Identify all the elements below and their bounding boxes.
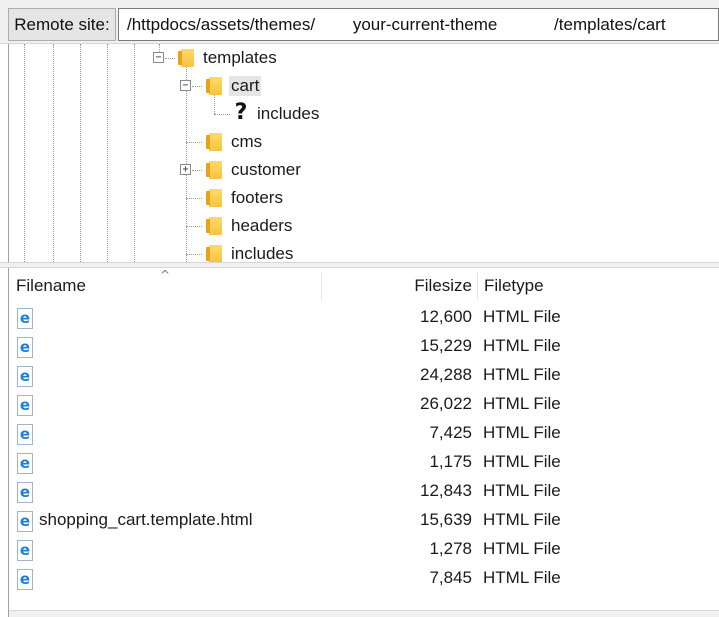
file-row[interactable]: e 7,425 HTML File (9, 420, 719, 449)
file-size: 24,288 (420, 365, 472, 384)
html-file-icon: e (17, 482, 33, 503)
html-file-icon: e (17, 511, 33, 532)
file-type: HTML File (483, 481, 561, 500)
file-row[interactable]: e 1,278 HTML File (9, 536, 719, 565)
file-type: HTML File (483, 539, 561, 558)
file-row[interactable]: e 24,288 HTML File (9, 362, 719, 391)
file-row[interactable]: e shopping_cart.template.html 15,639 HTM… (9, 507, 719, 536)
tree-item-cart[interactable]: cart (229, 76, 262, 96)
html-file-icon: e (17, 366, 33, 387)
file-row[interactable]: e 1,175 HTML File (9, 449, 719, 478)
column-filesize[interactable]: Filesize (414, 268, 472, 304)
file-size: 1,278 (429, 539, 472, 558)
file-type: HTML File (483, 394, 561, 413)
tree-item-includes-unknown[interactable]: includes (257, 104, 319, 124)
tree-item-includes[interactable]: includes (231, 244, 293, 262)
file-size: 1,175 (429, 452, 472, 471)
remote-directory-tree[interactable]: − templates − cart ? includes cms + cust… (8, 44, 719, 262)
file-size: 12,843 (420, 481, 472, 500)
expand-customer-toggle[interactable]: + (180, 164, 191, 175)
tree-guide (107, 44, 108, 262)
horizontal-scrollbar[interactable] (9, 610, 719, 617)
html-file-icon: e (17, 337, 33, 358)
file-size: 7,845 (429, 568, 472, 587)
file-row[interactable]: e 15,229 HTML File (9, 333, 719, 362)
file-type: HTML File (483, 336, 561, 355)
remote-file-list[interactable]: ^ Filename Filesize Filetype e 12,600 HT… (8, 268, 719, 617)
html-file-icon: e (17, 308, 33, 329)
tree-guide (80, 44, 81, 262)
file-row[interactable]: e 12,600 HTML File (9, 304, 719, 333)
file-name: shopping_cart.template.html (39, 510, 253, 529)
file-size: 15,639 (420, 510, 472, 529)
tree-item-cms[interactable]: cms (231, 132, 262, 152)
tree-item-templates[interactable]: templates (203, 48, 277, 68)
html-file-icon: e (17, 424, 33, 445)
column-filetype[interactable]: Filetype (484, 268, 544, 304)
html-file-icon: e (17, 453, 33, 474)
collapse-templates-toggle[interactable]: − (153, 52, 164, 63)
remote-site-label: Remote site: (8, 8, 116, 41)
file-type: HTML File (483, 365, 561, 384)
remote-site-bar: Remote site: /httpdocs/assets/themes/ yo… (0, 0, 719, 44)
tree-guide (214, 92, 215, 114)
file-type: HTML File (483, 510, 561, 529)
file-size: 12,600 (420, 307, 472, 326)
file-row[interactable]: e 12,843 HTML File (9, 478, 719, 507)
sort-ascending-icon: ^ (160, 268, 171, 282)
tree-guide (186, 64, 187, 262)
tree-guide (24, 44, 25, 262)
html-file-icon: e (17, 395, 33, 416)
folder-icon (178, 49, 194, 67)
file-size: 26,022 (420, 394, 472, 413)
file-size: 7,425 (429, 423, 472, 442)
html-file-icon: e (17, 540, 33, 561)
file-size: 15,229 (420, 336, 472, 355)
html-file-icon: e (17, 569, 33, 590)
file-list-header: ^ Filename Filesize Filetype (9, 268, 719, 304)
tree-item-headers[interactable]: headers (231, 216, 292, 236)
folder-icon (206, 133, 222, 151)
file-type: HTML File (483, 568, 561, 587)
folder-icon (206, 77, 222, 95)
file-type: HTML File (483, 452, 561, 471)
folder-icon (206, 217, 222, 235)
tree-item-customer[interactable]: customer (231, 160, 301, 180)
remote-path-input[interactable]: /httpdocs/assets/themes/ your-current-th… (118, 8, 719, 41)
tree-item-footers[interactable]: footers (231, 188, 283, 208)
question-mark-icon: ? (234, 100, 248, 125)
folder-icon (206, 161, 222, 179)
tree-guide (134, 44, 135, 262)
tree-guide (53, 44, 54, 262)
file-row[interactable]: e 26,022 HTML File (9, 391, 719, 420)
column-filename[interactable]: Filename (16, 268, 86, 304)
folder-icon (206, 245, 222, 262)
collapse-cart-toggle[interactable]: − (180, 80, 191, 91)
file-type: HTML File (483, 423, 561, 442)
file-type: HTML File (483, 307, 561, 326)
file-row[interactable]: e 7,845 HTML File (9, 565, 719, 594)
folder-icon (206, 189, 222, 207)
